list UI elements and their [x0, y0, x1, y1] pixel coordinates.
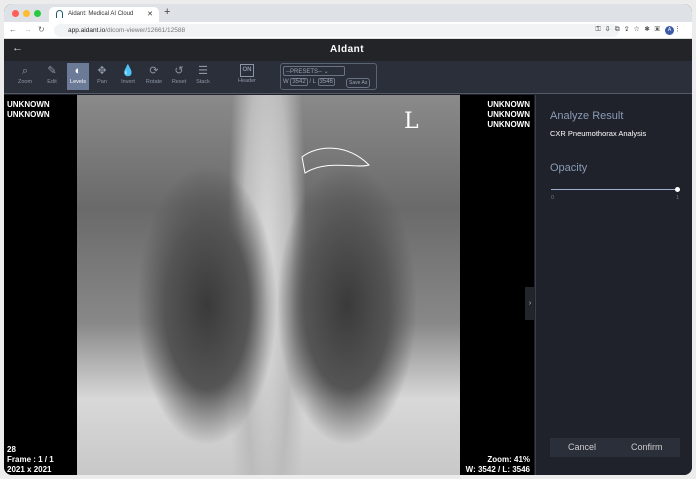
tool-zoom-button[interactable]: ⌕Zoom: [14, 63, 36, 90]
maximize-window-button[interactable]: [34, 10, 41, 17]
presets-value: --PRESETS--: [286, 69, 322, 75]
w-label: W: [283, 79, 289, 85]
l-label: L: [313, 79, 316, 85]
stack-icon: ☰: [192, 63, 214, 79]
url-path: /dicom-viewer/12661/12588: [105, 27, 185, 34]
laterality-marker: L: [404, 109, 419, 134]
browser-tab[interactable]: Aidant: Medical AI Cloud ✕: [49, 7, 159, 22]
top-left-overlay: UNKNOWNUNKNOWN: [7, 100, 50, 120]
dicom-viewport[interactable]: L UNKNOWNUNKNOWN UNKNOWNUNKNOWNUNKNOWN 2…: [4, 95, 534, 475]
lesion-contour: [77, 95, 460, 475]
tool-label: Rotate: [146, 79, 162, 85]
overlay-line: Frame : 1 / 1: [7, 455, 54, 465]
cancel-button[interactable]: Cancel: [568, 442, 596, 452]
overlay-line: 28: [7, 445, 54, 455]
tool-header-button[interactable]: ONHeader: [236, 63, 258, 90]
overlay-line: UNKNOWN: [487, 110, 530, 120]
tool-label: Stack: [196, 79, 210, 85]
separator: /: [309, 79, 311, 85]
overlay-line: UNKNOWN: [7, 110, 50, 120]
tool-label: Pan: [97, 79, 107, 85]
contrast-icon: ◐: [67, 63, 89, 79]
tab-title: Aidant: Medical AI Cloud: [68, 11, 133, 17]
move-icon: ✥: [91, 63, 113, 79]
profile-avatar[interactable]: A: [665, 26, 674, 35]
back-icon[interactable]: ←: [9, 25, 17, 34]
tool-edit-button[interactable]: ✎Edit: [41, 63, 63, 90]
tool-reset-button[interactable]: ↺Reset: [168, 63, 190, 90]
url-host: app.aidant.io: [68, 27, 105, 34]
tool-stack-button[interactable]: ☰Stack: [192, 63, 214, 90]
opacity-slider-thumb[interactable]: [675, 187, 680, 192]
tool-label: Header: [238, 78, 256, 84]
reset-icon: ↺: [168, 63, 190, 79]
url-field[interactable]: app.aidant.io/dicom-viewer/12661/12588: [54, 24, 619, 37]
browser-extension-icons[interactable]: ⚿⇩⧉⇪☆✱▣A⋮: [596, 25, 686, 35]
overlay-line: Zoom: 41%: [466, 455, 530, 465]
opacity-label: Opacity: [550, 162, 587, 174]
confirm-button[interactable]: Confirm: [631, 442, 663, 452]
analysis-name: CXR Pneumothorax Analysis: [550, 129, 646, 138]
tool-pan-button[interactable]: ✥Pan: [91, 63, 113, 90]
tool-label: Zoom: [18, 79, 32, 85]
browser-window: Aidant: Medical AI Cloud ✕ + ← → ↻ app.ai…: [4, 4, 692, 475]
minimize-window-button[interactable]: [23, 10, 30, 17]
presets-box: --PRESETS-- ⌄ W 3542 / L 3546 Save As: [280, 63, 377, 90]
drop-icon: 💧: [117, 63, 139, 79]
tool-rotate-button[interactable]: ⟳Rotate: [143, 63, 165, 90]
analyze-panel: Analyze Result CXR Pneumothorax Analysis…: [535, 95, 692, 475]
reload-icon[interactable]: ↻: [38, 25, 45, 34]
tool-label: Invert: [121, 79, 135, 85]
panel-title: Analyze Result: [550, 110, 623, 122]
bottom-left-overlay: 28Frame : 1 / 12021 x 2021: [7, 445, 54, 475]
overlay-line: UNKNOWN: [487, 100, 530, 110]
overlay-line: UNKNOWN: [487, 120, 530, 130]
presets-select[interactable]: --PRESETS-- ⌄: [283, 66, 345, 76]
slider-min: 0: [551, 195, 554, 201]
new-tab-button[interactable]: +: [164, 6, 170, 18]
tool-label: Edit: [47, 79, 56, 85]
close-window-button[interactable]: [12, 10, 19, 17]
header-toggle-icon: ON: [240, 64, 254, 77]
tool-levels-button[interactable]: ◐Levels: [67, 63, 89, 90]
tool-invert-button[interactable]: 💧Invert: [117, 63, 139, 90]
action-bar: Cancel Confirm: [550, 438, 680, 457]
aidant-favicon-icon: [56, 10, 63, 18]
viewer-toolbar: --PRESETS-- ⌄ W 3542 / L 3546 Save As ⌕Z…: [4, 61, 692, 94]
main-area: L UNKNOWNUNKNOWN UNKNOWNUNKNOWNUNKNOWN 2…: [4, 95, 692, 475]
opacity-slider-track[interactable]: [551, 189, 678, 190]
tool-label: Reset: [172, 79, 186, 85]
overlay-line: 2021 x 2021: [7, 465, 54, 475]
top-right-overlay: UNKNOWNUNKNOWNUNKNOWN: [487, 100, 530, 130]
tool-label: Levels: [70, 79, 86, 85]
overlay-line: W: 3542 / L: 3546: [466, 465, 530, 475]
overlay-line: UNKNOWN: [7, 100, 50, 110]
tab-bar: Aidant: Medical AI Cloud ✕ +: [4, 4, 692, 22]
forward-icon[interactable]: →: [24, 25, 32, 34]
rotate-icon: ⟳: [143, 63, 165, 79]
back-arrow-icon[interactable]: ←: [12, 42, 23, 54]
address-bar-row: ← → ↻ app.aidant.io/dicom-viewer/12661/1…: [4, 22, 692, 39]
close-tab-icon[interactable]: ✕: [147, 10, 153, 18]
slider-max: 1: [676, 195, 679, 201]
window-input[interactable]: 3542: [290, 78, 307, 86]
pencil-icon: ✎: [41, 63, 63, 79]
chest-xray-image: [77, 95, 460, 475]
level-input[interactable]: 3546: [318, 78, 335, 86]
save-as-button[interactable]: Save As: [346, 78, 370, 88]
collapse-panel-button[interactable]: ›: [525, 287, 534, 320]
search-icon: ⌕: [14, 63, 36, 79]
bottom-right-overlay: Zoom: 41%W: 3542 / L: 3546: [466, 455, 530, 475]
aidant-logo: AIdant: [330, 44, 364, 55]
app-header: ← AIdant: [4, 39, 692, 61]
